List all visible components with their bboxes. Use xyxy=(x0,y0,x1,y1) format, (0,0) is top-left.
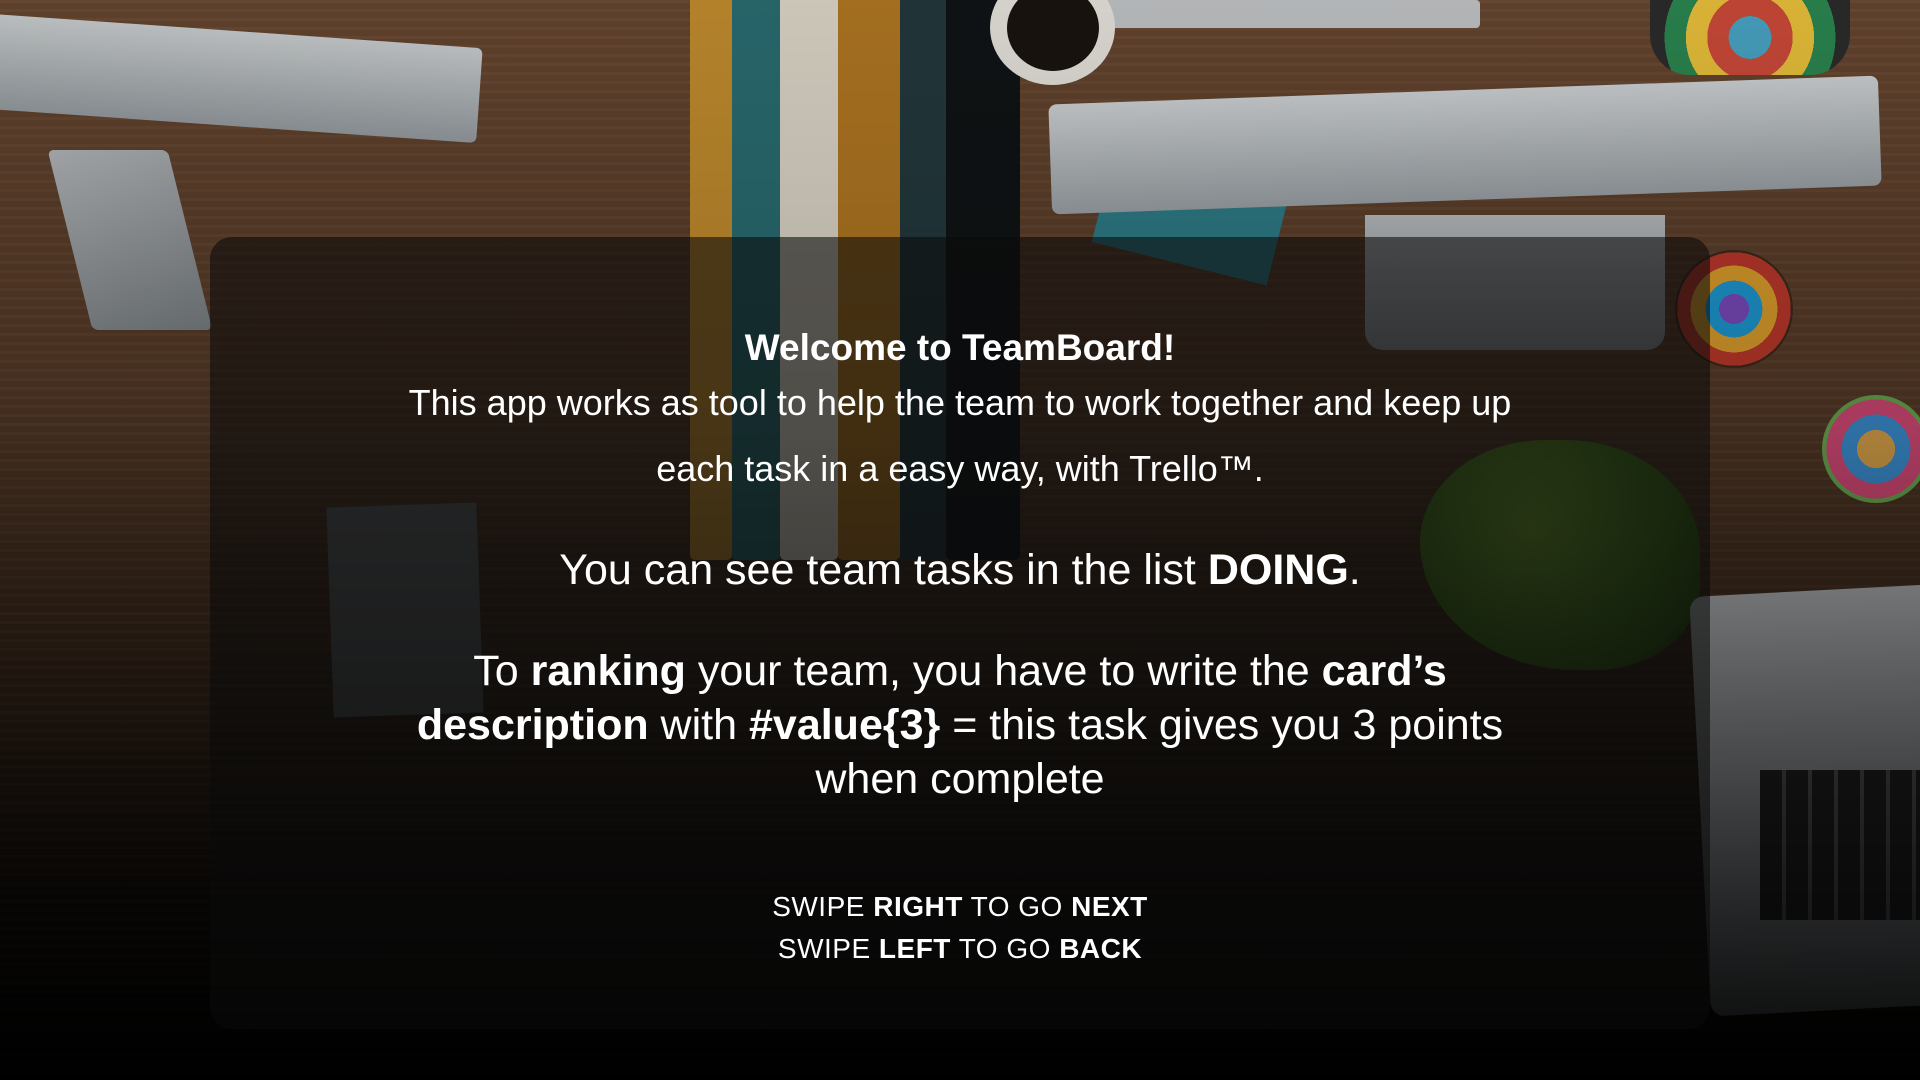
doing-prefix: You can see team tasks in the list xyxy=(559,546,1208,594)
intro-text: This app works as tool to help the team … xyxy=(290,370,1630,502)
welcome-title: Welcome to TeamBoard! xyxy=(744,327,1176,368)
ranking-text: To xyxy=(473,647,531,695)
swipe-right-hint: SWIPE RIGHT TO GO NEXT xyxy=(210,886,1710,928)
swipe-direction: RIGHT xyxy=(873,891,963,922)
swipe-text: TO GO xyxy=(950,933,1060,964)
ranking-keyword: ranking xyxy=(530,647,686,695)
swipe-left-hint: SWIPE LEFT TO GO BACK xyxy=(210,928,1710,970)
intro-line: This app works as tool to help the team … xyxy=(408,382,1512,423)
swipe-action: BACK xyxy=(1059,933,1143,964)
swipe-action: NEXT xyxy=(1071,891,1148,922)
doing-suffix: . xyxy=(1348,546,1361,594)
swipe-hints: SWIPE RIGHT TO GO NEXT SWIPE LEFT TO GO … xyxy=(210,886,1710,970)
swipe-direction: LEFT xyxy=(878,933,951,964)
swipe-text: TO GO xyxy=(962,891,1072,922)
doing-list-text: You can see team tasks in the list DOING… xyxy=(210,544,1710,596)
swipe-text: SWIPE xyxy=(772,891,874,922)
ranking-text: with xyxy=(648,701,749,749)
info-panel-content: Welcome to TeamBoard! This app works as … xyxy=(210,237,1710,970)
onboarding-screen[interactable]: Welcome to TeamBoard! This app works as … xyxy=(0,0,1920,1080)
swipe-text: SWIPE xyxy=(777,933,879,964)
value-tag-keyword: #value{3} xyxy=(748,701,941,749)
ranking-text: your team, you have to write the xyxy=(685,647,1322,695)
intro-line: each task in a easy way, with Trello™. xyxy=(656,448,1264,489)
doing-list-name: DOING xyxy=(1207,546,1349,594)
ranking-instructions: To ranking your team, you have to write … xyxy=(390,644,1530,806)
